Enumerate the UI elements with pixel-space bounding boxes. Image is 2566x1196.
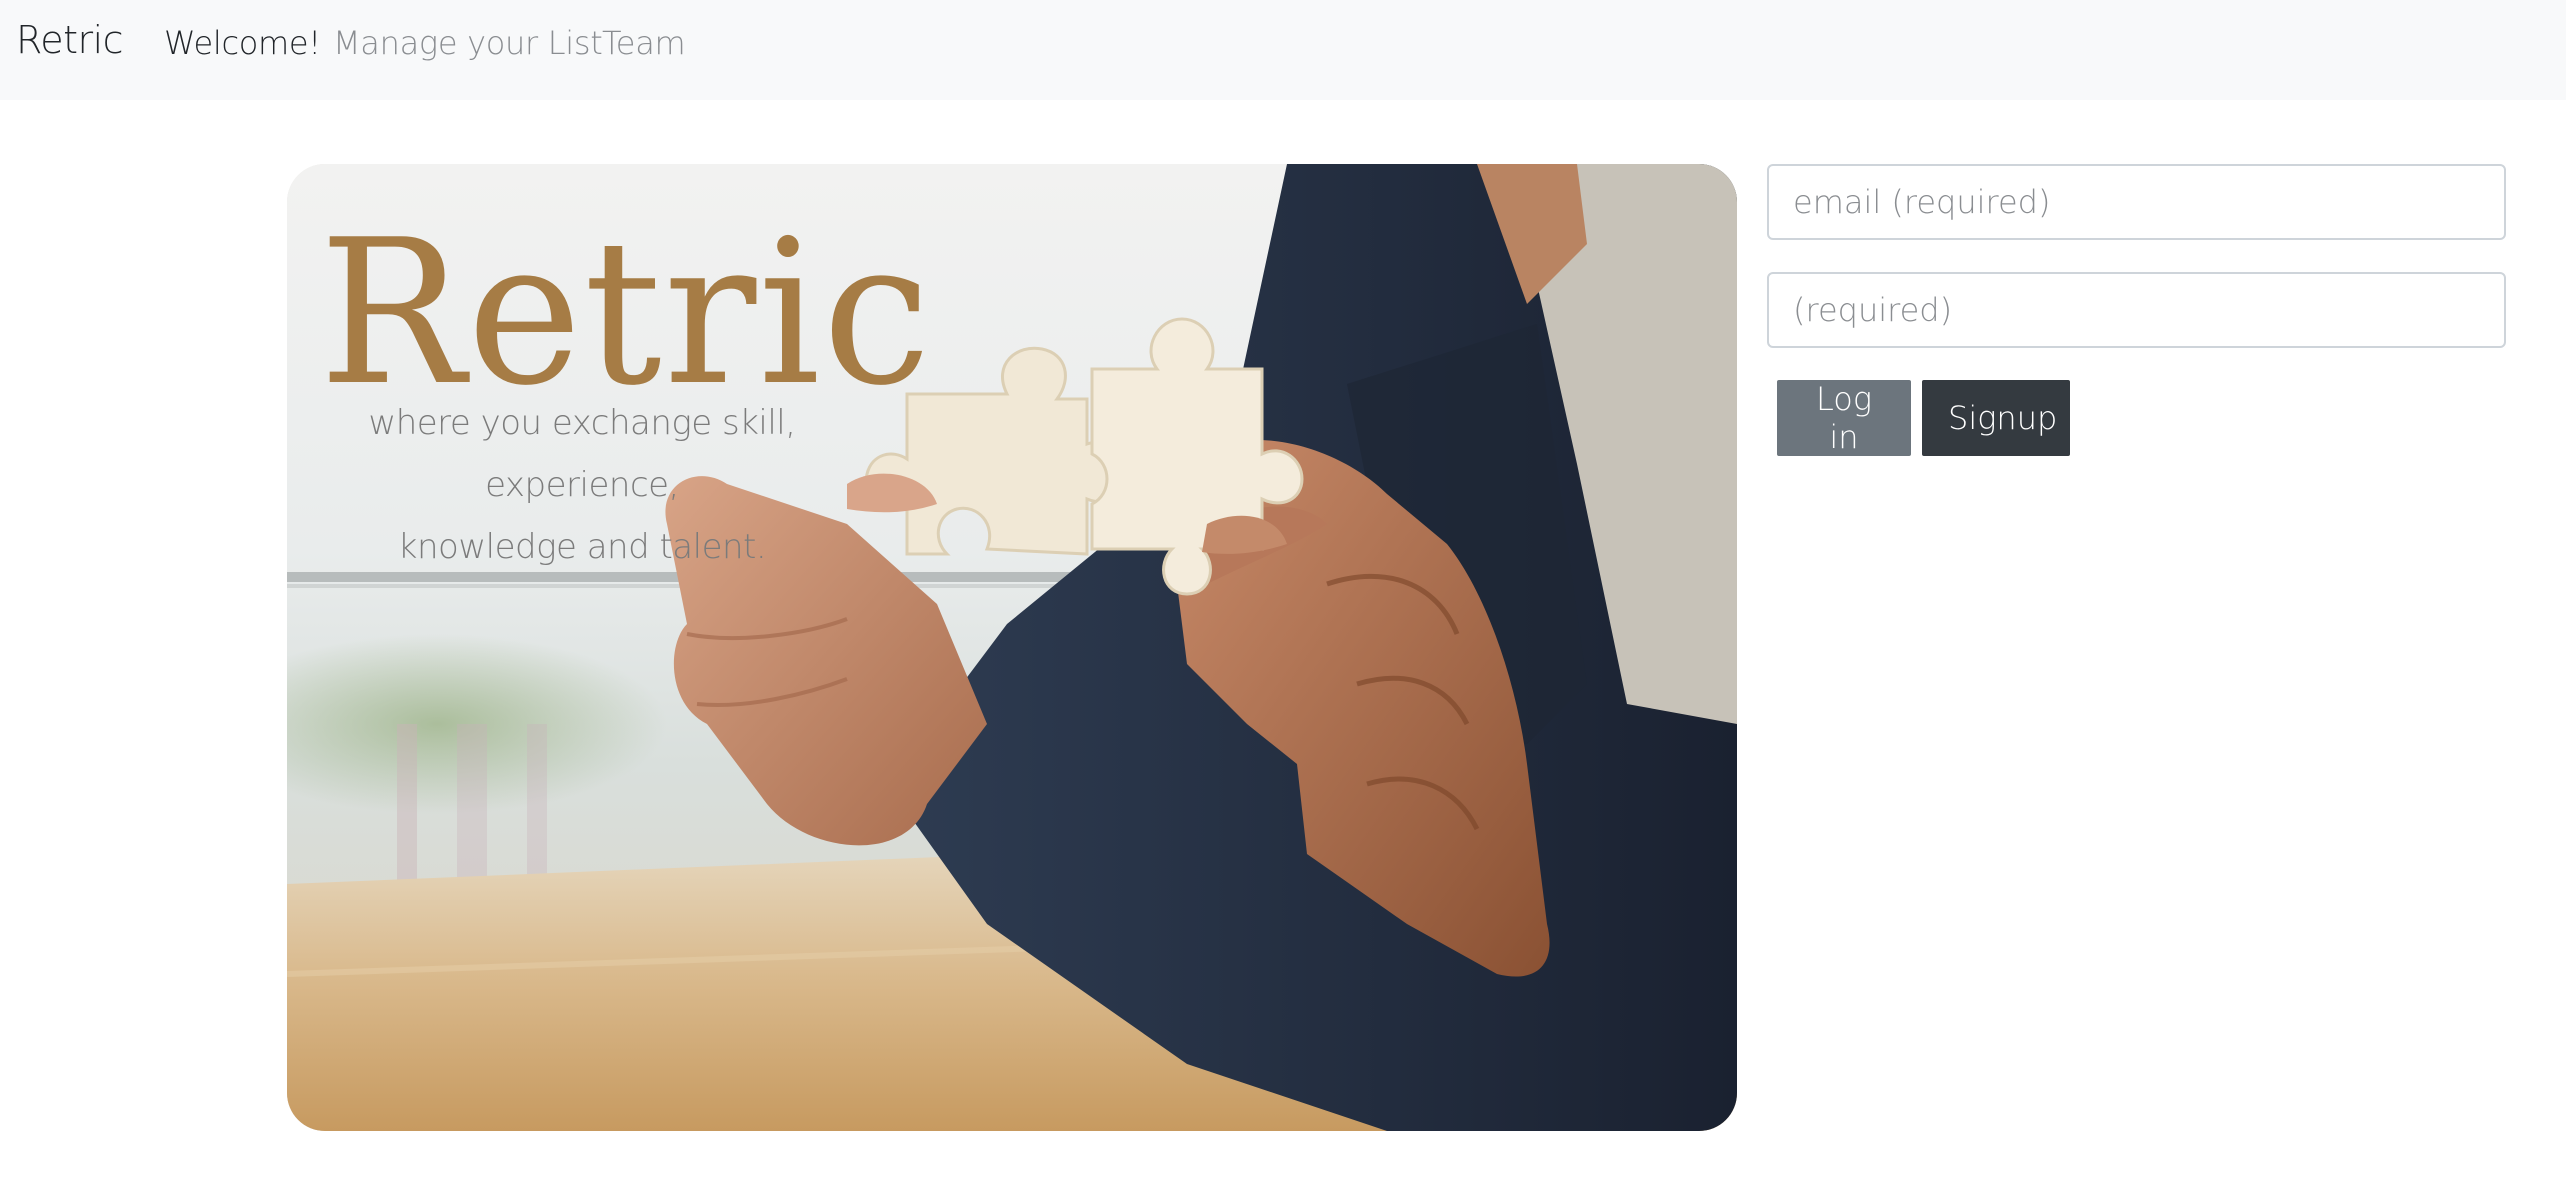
nav-link-manage-list[interactable]: Manage your List bbox=[333, 24, 603, 62]
hero-tagline: where you exchange skill, experience, kn… bbox=[317, 392, 847, 578]
hero-title: Retric bbox=[319, 197, 933, 430]
password-field[interactable] bbox=[1767, 272, 2506, 348]
hero-tagline-line2: knowledge and talent. bbox=[397, 527, 767, 567]
hero-tagline-line1: where you exchange skill, experience, bbox=[368, 403, 796, 505]
brand-logo[interactable]: Retric bbox=[16, 18, 124, 62]
email-field[interactable] bbox=[1767, 164, 2506, 240]
nav-link-welcome[interactable]: Welcome! bbox=[164, 24, 321, 62]
hero-banner: Retric where you exchange skill, experie… bbox=[287, 164, 1737, 1131]
signup-button[interactable]: Signup bbox=[1922, 380, 2070, 456]
login-button[interactable]: Log in bbox=[1777, 380, 1911, 456]
nav-link-team[interactable]: Team bbox=[602, 24, 686, 62]
top-navbar: Retric Welcome! Manage your List Team bbox=[0, 0, 2566, 100]
